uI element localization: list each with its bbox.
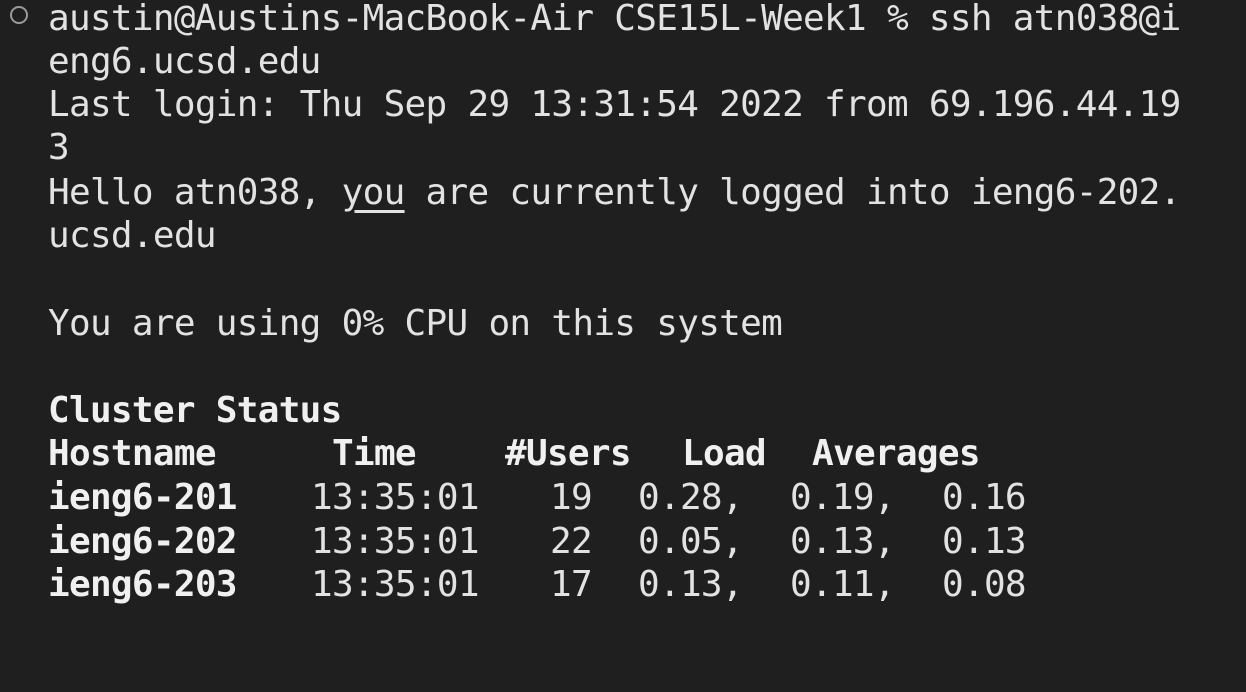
row-load-15: 0.13 [942,521,1027,562]
ssh-command-line-wrap: eng6.ucsd.edu [48,41,321,82]
row-hostname: ieng6-203 [48,564,237,605]
row-time: 13:35:01 [311,477,479,518]
row-users: 17 [550,564,593,605]
row-load-1: 0.05, [638,521,744,562]
row-load-15: 0.08 [942,564,1027,605]
row-load-1: 0.13, [638,564,744,605]
row-users: 19 [550,477,593,518]
row-hostname: ieng6-202 [48,521,237,562]
row-load-1: 0.28, [638,477,744,518]
header-averages: Averages [812,433,980,474]
hello-prefix: Hello atn038, [48,172,342,213]
row-load-15: 0.16 [942,477,1027,518]
header-load: Load [682,433,767,474]
row-time: 13:35:01 [311,521,479,562]
row-hostname: ieng6-201 [48,477,237,518]
last-login-line-wrap: 3 [48,127,70,168]
row-load-5: 0.19, [790,477,896,518]
hello-suffix: are currently logged into ieng6-202. [404,172,1182,213]
row-time: 13:35:01 [311,564,479,605]
header-time: Time [332,433,417,474]
row-load-5: 0.13, [790,521,896,562]
hello-line-wrap: ucsd.edu [48,215,216,256]
cluster-status-title: Cluster Status [48,390,342,431]
hello-you-text: you [341,172,406,213]
hello-line: Hello atn038, you are currently logged i… [48,171,1181,215]
header-hostname: Hostname [48,433,216,474]
row-load-5: 0.11, [790,564,896,605]
command-status-icon[interactable] [10,6,28,24]
header-users: #Users [505,433,632,474]
row-users: 22 [550,521,593,562]
terminal-window[interactable]: austin@Austins-MacBook-Air CSE15L-Week1 … [0,0,1246,692]
ssh-command-line: austin@Austins-MacBook-Air CSE15L-Week1 … [48,0,1181,39]
cpu-usage-line: You are using 0% CPU on this system [48,303,783,344]
last-login-line: Last login: Thu Sep 29 13:31:54 2022 fro… [48,84,1181,125]
